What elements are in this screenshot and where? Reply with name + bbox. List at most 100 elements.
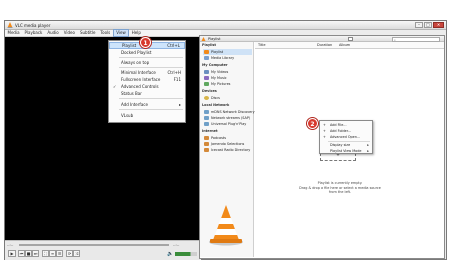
sidebar-item-label: Icecast Radio Directory <box>211 148 251 152</box>
equalizer-icon: ≡ <box>50 251 55 256</box>
context-item-label: Add File... <box>330 123 347 127</box>
menu-separator <box>119 98 183 99</box>
submenu-arrow-icon: ▸ <box>178 102 181 107</box>
minimize-button[interactable]: – <box>415 22 423 28</box>
sidebar-item-label: Playlist <box>211 50 224 54</box>
stop-icon: ■ <box>26 251 31 256</box>
disc-icon <box>204 96 209 100</box>
view-menu-vlsub[interactable]: VLsub <box>109 112 185 119</box>
menu-item-shortcut: F11 <box>173 77 181 82</box>
seek-slider[interactable] <box>19 244 169 246</box>
playlist-icon: ☰ <box>57 251 62 256</box>
sidebar-header-local-network: Local Network <box>202 103 230 107</box>
pictures-folder-icon <box>204 82 209 86</box>
step-badge-1: 1 <box>140 37 151 48</box>
stop-button[interactable]: ■ <box>25 250 32 257</box>
menu-item-label: Fullscreen Interface <box>121 77 161 82</box>
sidebar-item-label: Universal Plug'n'Play <box>211 122 247 126</box>
vlc-logo-icon <box>7 22 13 28</box>
time-total: --:-- <box>173 243 180 247</box>
search-icon: ⌕ <box>394 38 396 42</box>
playlist-toggle-button[interactable]: ☰ <box>56 250 63 257</box>
sidebar-item-label: Network streams (SAP) <box>211 116 251 120</box>
maximize-button[interactable]: □ <box>424 22 432 28</box>
previous-button[interactable]: ⏮ <box>18 250 25 257</box>
loop-button[interactable]: ⟳ <box>66 250 73 257</box>
sidebar-header-my-computer: My Computer <box>202 63 228 67</box>
sidebar-item-label: Jamendo Selections <box>211 142 245 146</box>
column-album[interactable]: Album <box>339 43 350 47</box>
menu-item-label: Playlist <box>122 43 137 48</box>
sidebar-item-label: My Music <box>211 76 227 80</box>
submenu-arrow-icon: ▸ <box>367 149 369 153</box>
radio-icon <box>204 148 209 152</box>
play-button[interactable]: ▶ <box>8 250 16 257</box>
view-menu-fullscreen-interface[interactable]: Fullscreen Interface F11 <box>109 76 185 83</box>
playlist-window-title: Playlist <box>208 37 221 41</box>
context-advanced-open[interactable]: + Advanced Open... <box>320 134 372 140</box>
loop-icon: ⟳ <box>67 251 72 256</box>
menu-item-label: Docked Playlist <box>121 50 152 55</box>
close-button[interactable]: ✕ <box>433 22 444 28</box>
menu-subtitle[interactable]: Subtitle <box>77 30 97 36</box>
playlist-context-menu: + Add File... + Add Folder... + Advanced… <box>319 120 373 154</box>
sidebar-item-icecast[interactable]: Icecast Radio Directory <box>203 147 252 153</box>
sidebar-item-label: Media Library <box>211 56 235 60</box>
view-menu-always-on-top[interactable]: Always on top <box>109 59 185 66</box>
network-icon <box>204 110 209 114</box>
context-item-label: Add Folder... <box>330 129 352 133</box>
view-menu-add-interface[interactable]: Add Interface ▸ <box>109 101 185 108</box>
sidebar-item-label: Discs <box>211 96 220 100</box>
network-icon <box>204 116 209 120</box>
sidebar-item-discs[interactable]: Discs <box>203 95 252 101</box>
view-menu-docked-playlist[interactable]: Docked Playlist <box>109 49 185 56</box>
sidebar-item-label: My Pictures <box>211 82 231 86</box>
context-item-label: Display size <box>330 143 351 147</box>
menu-item-label: Advanced Controls <box>121 84 159 89</box>
playlist-column-header: Title Duration Album <box>255 42 444 49</box>
column-title[interactable]: Title <box>258 43 266 47</box>
next-button[interactable]: ⏭ <box>32 250 39 257</box>
shuffle-button[interactable]: ⤨ <box>73 250 80 257</box>
menu-item-shortcut: Ctrl+H <box>167 70 181 75</box>
playlist-icon <box>204 50 209 54</box>
sidebar-item-my-pictures[interactable]: My Pictures <box>203 81 252 87</box>
podcast-icon <box>204 136 209 140</box>
view-menu-dropdown: Playlist Ctrl+L Docked Playlist Always o… <box>108 40 186 123</box>
menu-video[interactable]: Video <box>61 30 77 36</box>
menu-item-label: Minimal Interface <box>121 70 156 75</box>
sidebar-header-internet: Internet <box>202 129 218 133</box>
volume-slider[interactable] <box>175 252 197 256</box>
view-menu-minimal-interface[interactable]: Minimal Interface Ctrl+H <box>109 69 185 76</box>
sidebar-item-upnp[interactable]: Universal Plug'n'Play <box>203 121 252 127</box>
context-playlist-view-mode[interactable]: Playlist View Mode ▸ <box>320 148 372 154</box>
menu-audio[interactable]: Audio <box>45 30 61 36</box>
playlist-sidebar: Playlist Playlist Media Library My Compu… <box>200 42 255 257</box>
window-title: VLC media player <box>15 23 51 28</box>
sidebar-header-devices: Devices <box>202 89 217 93</box>
menu-tools[interactable]: Tools <box>98 30 113 36</box>
speaker-icon[interactable]: 🔈 <box>167 251 173 257</box>
menu-separator <box>119 67 183 68</box>
menu-view[interactable]: View <box>112 29 130 37</box>
vlc-cone-art <box>204 202 248 246</box>
menu-separator <box>119 57 183 58</box>
menu-playback[interactable]: Playback <box>22 30 45 36</box>
view-mode-button[interactable] <box>348 37 353 41</box>
sidebar-item-label: My Videos <box>211 70 229 74</box>
empty-playlist-message: Playlist is currently empty. Drag & drop… <box>295 181 385 195</box>
menu-media[interactable]: Media <box>5 30 22 36</box>
column-duration[interactable]: Duration <box>317 43 332 47</box>
video-folder-icon <box>204 70 209 74</box>
menu-bar: Media Playback Audio Video Subtitle Tool… <box>5 29 201 37</box>
fullscreen-button[interactable]: ⛶ <box>42 250 49 257</box>
extended-settings-button[interactable]: ≡ <box>49 250 56 257</box>
context-item-label: Playlist View Mode <box>330 149 362 153</box>
next-icon: ⏭ <box>33 251 38 256</box>
view-menu-advanced-controls[interactable]: ✓ Advanced Controls <box>109 83 185 90</box>
network-icon <box>204 122 209 126</box>
menu-help[interactable]: Help <box>129 30 143 36</box>
sidebar-item-media-library[interactable]: Media Library <box>203 55 252 61</box>
view-menu-status-bar[interactable]: Status Bar <box>109 90 185 97</box>
search-input[interactable]: ⌕ <box>392 37 440 42</box>
